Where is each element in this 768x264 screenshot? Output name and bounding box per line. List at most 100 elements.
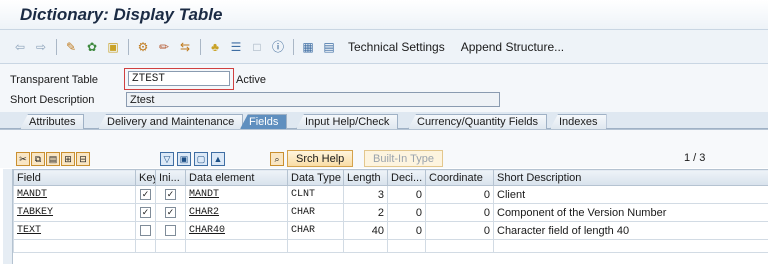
back-arrow-icon[interactable]: ⇦	[12, 39, 28, 55]
title-bar: Dictionary: Display Table	[0, 0, 768, 30]
contents-icon[interactable]: ▤	[321, 39, 337, 55]
empty-cell[interactable]	[493, 239, 768, 253]
short-description-field[interactable]: Ztest	[126, 92, 500, 107]
initial-cell[interactable]: ✓	[155, 185, 186, 204]
select-all-icon[interactable]: ▣	[177, 152, 191, 166]
other-object-icon[interactable]: ✎	[63, 39, 79, 55]
key-cell[interactable]: ✓	[135, 185, 156, 204]
initial-checkbox[interactable]: ✓	[165, 207, 176, 219]
key-checkbox[interactable]: ✓	[140, 207, 151, 219]
data-element-cell[interactable]: CHAR40	[185, 221, 288, 240]
column-header-data-element[interactable]: Data element	[185, 169, 288, 186]
empty-cell[interactable]	[185, 239, 288, 253]
field-name-cell[interactable]: TEXT	[13, 221, 136, 240]
insert-row-icon[interactable]: ⊞	[61, 152, 75, 166]
short-description-cell: Character field of length 40	[493, 221, 768, 240]
tab-currency-quantity[interactable]: Currency/Quantity Fields	[408, 114, 548, 129]
empty-cell[interactable]	[155, 239, 186, 253]
object-list-icon[interactable]: ☰	[228, 39, 244, 55]
data-type-cell: CLNT	[287, 185, 344, 204]
column-header-decimals[interactable]: Deci...	[387, 169, 426, 186]
initial-cell[interactable]: ✓	[155, 203, 186, 222]
data-element[interactable]: MANDT	[189, 189, 219, 200]
copy-icon[interactable]: ⧉	[31, 152, 45, 166]
key-checkbox[interactable]	[140, 225, 151, 237]
tab-delivery-maintenance[interactable]: Delivery and Maintenance	[98, 114, 244, 129]
data-type-cell: CHAR	[287, 203, 344, 222]
blank-icon[interactable]: □	[249, 39, 265, 55]
forward-arrow-icon[interactable]: ⇨	[33, 39, 49, 55]
navigation-icon[interactable]: ⇆	[177, 39, 193, 55]
where-used-icon[interactable]: ⚙	[135, 39, 151, 55]
index-icon[interactable]: ▦	[300, 39, 316, 55]
technical-settings-button[interactable]: Technical Settings	[348, 40, 445, 54]
sort-up-icon[interactable]: ▲	[211, 152, 225, 166]
row-selector-column[interactable]	[3, 169, 13, 264]
initial-checkbox[interactable]: ✓	[165, 189, 176, 201]
column-header-coordinate[interactable]: Coordinate	[425, 169, 494, 186]
search-help-icon[interactable]: ⌕	[270, 152, 284, 166]
column-header-field[interactable]: Field	[13, 169, 136, 186]
data-element-cell[interactable]: CHAR2	[185, 203, 288, 222]
fields-panel: ✂ ⧉ ▤ ⊞ ⊟ ▽ ▣ ▢ ▲ ⌕ Srch Help Built-In T…	[0, 129, 768, 264]
key-checkbox[interactable]: ✓	[140, 189, 151, 201]
field-name-cell[interactable]: TABKEY	[13, 203, 136, 222]
short-description-cell: Client	[493, 185, 768, 204]
data-element[interactable]: CHAR40	[189, 225, 225, 236]
data-element[interactable]: CHAR2	[189, 207, 219, 218]
decimals-cell: 0	[387, 203, 426, 222]
tab-input-help-check[interactable]: Input Help/Check	[296, 114, 399, 129]
tab-fields[interactable]: Fields	[240, 114, 288, 129]
data-element-cell[interactable]: MANDT	[185, 185, 288, 204]
append-structure-button[interactable]: Append Structure...	[461, 40, 564, 54]
built-in-type-button[interactable]: Built-In Type	[364, 150, 443, 167]
edit-icon[interactable]: ✏	[156, 39, 172, 55]
field-name[interactable]: MANDT	[17, 189, 47, 200]
empty-cell[interactable]	[343, 239, 388, 253]
empty-cell[interactable]	[425, 239, 494, 253]
empty-cell[interactable]	[287, 239, 344, 253]
table-header-area: Transparent Table ZTEST Active Short Des…	[0, 64, 768, 112]
page-indicator: 1 / 3	[684, 152, 706, 164]
empty-row[interactable]	[13, 239, 768, 253]
srch-help-button[interactable]: Srch Help	[287, 150, 354, 167]
deselect-all-icon[interactable]: ▢	[194, 152, 208, 166]
toolbar-separator	[293, 38, 294, 55]
field-name[interactable]: TEXT	[17, 225, 41, 236]
column-header-key[interactable]: Key	[135, 169, 156, 186]
toolbar-separator	[200, 38, 201, 55]
initial-checkbox[interactable]	[165, 225, 176, 237]
toolbar-separator	[128, 38, 129, 55]
table-name-field[interactable]: ZTEST	[128, 71, 230, 86]
delete-row-icon[interactable]: ⊟	[76, 152, 90, 166]
tab-attributes[interactable]: Attributes	[20, 114, 85, 129]
column-header-data-type[interactable]: Data Type	[287, 169, 344, 186]
empty-cell[interactable]	[13, 239, 136, 253]
key-cell[interactable]: ✓	[135, 203, 156, 222]
info-icon[interactable]: ⓘ	[270, 39, 286, 55]
paste-icon[interactable]: ▤	[46, 152, 60, 166]
short-description-label: Short Description	[10, 94, 95, 106]
initial-cell[interactable]	[155, 221, 186, 240]
empty-cell[interactable]	[135, 239, 156, 253]
cut-icon[interactable]: ✂	[16, 152, 30, 166]
hierarchy-icon[interactable]: ♣	[207, 39, 223, 55]
display-change-icon[interactable]: ✿	[84, 39, 100, 55]
empty-cell[interactable]	[387, 239, 426, 253]
status-text: Active	[236, 74, 266, 86]
table-row[interactable]: TABKEY ✓ ✓ CHAR2 CHAR 2 0 0 Component of…	[13, 203, 768, 222]
tab-indexes[interactable]: Indexes	[550, 114, 607, 129]
table-row[interactable]: TEXT CHAR40 CHAR 40 0 0 Character field …	[13, 221, 768, 240]
field-name-cell[interactable]: MANDT	[13, 185, 136, 204]
table-row[interactable]: MANDT ✓ ✓ MANDT CLNT 3 0 0 Client	[13, 185, 768, 204]
field-name[interactable]: TABKEY	[17, 207, 53, 218]
column-header-short-description[interactable]: Short Description	[493, 169, 768, 186]
transparent-table-label: Transparent Table	[10, 74, 99, 86]
filter-icon[interactable]: ▽	[160, 152, 174, 166]
column-header-length[interactable]: Length	[343, 169, 388, 186]
key-cell[interactable]	[135, 221, 156, 240]
activate-icon[interactable]: ▣	[105, 39, 121, 55]
coordinate-cell: 0	[425, 203, 494, 222]
length-cell: 2	[343, 203, 388, 222]
column-header-initial[interactable]: Ini...	[155, 169, 186, 186]
